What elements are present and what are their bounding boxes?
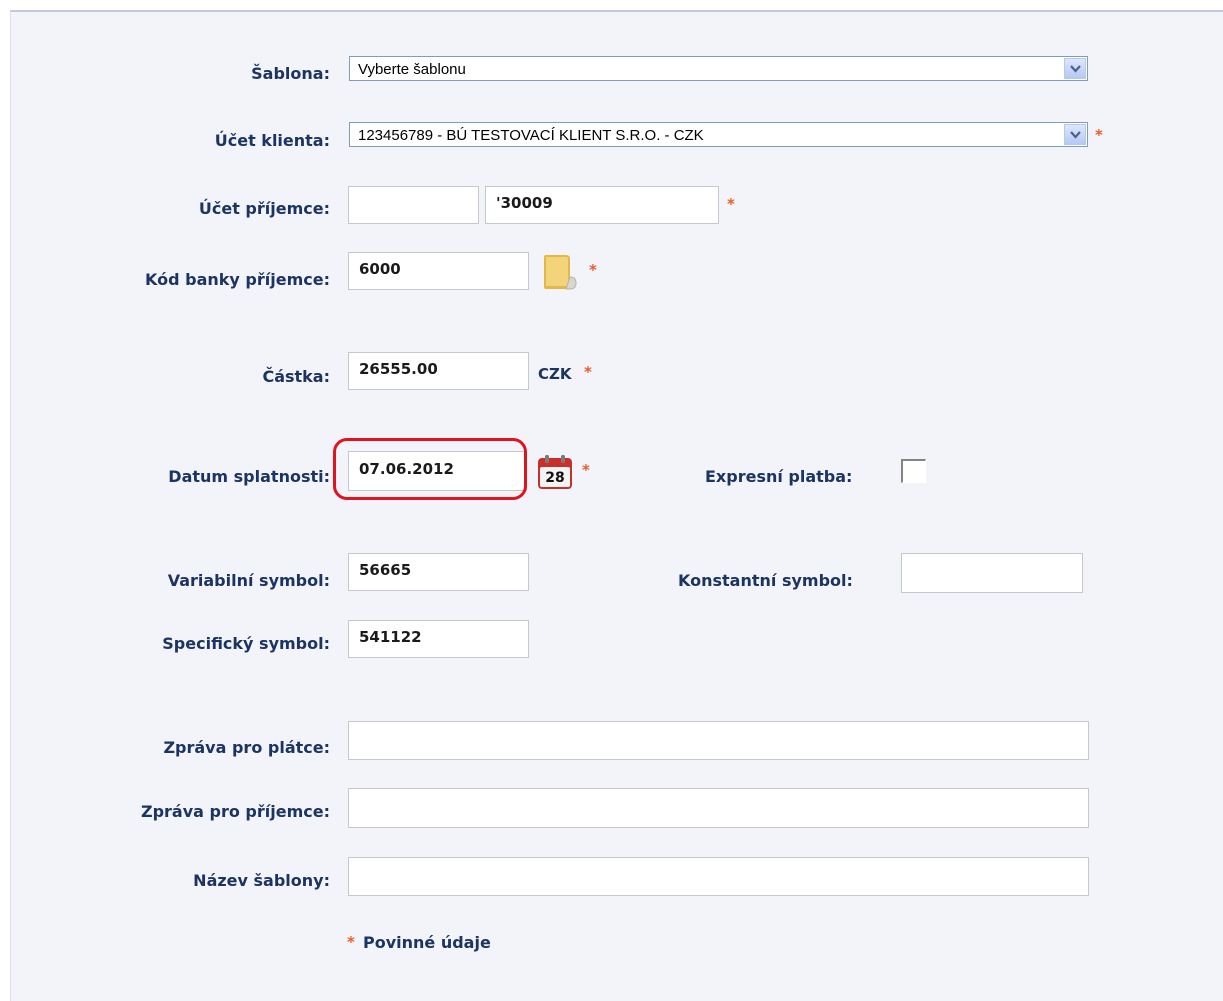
template-select[interactable]: Vyberte šablonu [349, 56, 1088, 81]
express-payment-checkbox[interactable] [901, 459, 926, 483]
payer-message-label: Zpráva pro plátce: [163, 738, 330, 757]
required-star: * [589, 261, 597, 279]
client-account-value: 123456789 - BÚ TESTOVACÍ KLIENT S.R.O. -… [358, 127, 704, 144]
recipient-message-label: Zpráva pro příjemce: [140, 802, 330, 821]
calendar-icon[interactable]: 28 [537, 454, 573, 490]
variable-symbol-input[interactable]: 56665 [348, 553, 529, 591]
required-star: * [347, 933, 355, 951]
template-label: Šablona: [251, 64, 330, 83]
required-star: * [584, 363, 592, 381]
required-star: * [1095, 126, 1103, 144]
recipient-account-number-input[interactable]: '30009 [485, 186, 719, 224]
amount-input[interactable]: 26555.00 [348, 352, 529, 390]
template-dropdown-button[interactable] [1064, 58, 1086, 79]
required-note: Povinné údaje [363, 933, 491, 952]
variable-symbol-label: Variabilní symbol: [167, 571, 330, 590]
client-account-label: Účet klienta: [214, 131, 330, 150]
amount-label: Částka: [262, 367, 330, 386]
template-name-input[interactable] [348, 857, 1089, 896]
template-select-value: Vyberte šablonu [358, 61, 466, 78]
client-account-select[interactable]: 123456789 - BÚ TESTOVACÍ KLIENT S.R.O. -… [349, 122, 1088, 147]
due-date-input[interactable]: 07.06.2012 [348, 451, 527, 491]
template-name-label: Název šablony: [193, 871, 330, 890]
bank-code-input[interactable]: 6000 [348, 252, 529, 290]
chevron-down-icon [1070, 131, 1081, 139]
required-star: * [727, 195, 735, 213]
constant-symbol-input[interactable] [901, 553, 1083, 593]
currency-label: CZK [538, 365, 572, 383]
payment-form [10, 10, 1223, 1001]
due-date-label: Datum splatnosti: [168, 467, 330, 486]
constant-symbol-label: Konstantní symbol: [678, 571, 853, 590]
recipient-account-label: Účet příjemce: [198, 199, 330, 218]
specific-symbol-label: Specifický symbol: [162, 634, 330, 653]
recipient-account-prefix-input[interactable] [348, 186, 479, 224]
bank-code-label: Kód banky příjemce: [145, 270, 330, 289]
required-star: * [582, 461, 590, 479]
express-payment-label: Expresní platba: [705, 467, 853, 486]
calendar-day: 28 [545, 470, 565, 486]
chevron-down-icon [1070, 65, 1081, 73]
specific-symbol-input[interactable]: 541122 [348, 620, 529, 658]
folder-icon[interactable] [540, 253, 580, 293]
payer-message-input[interactable] [348, 721, 1089, 760]
client-account-dropdown-button[interactable] [1064, 124, 1086, 145]
recipient-message-input[interactable] [348, 788, 1089, 828]
